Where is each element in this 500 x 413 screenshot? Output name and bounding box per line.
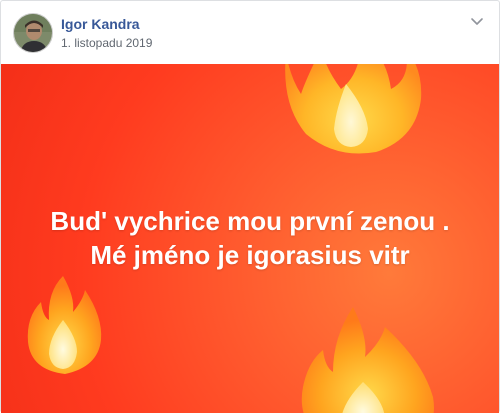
post-header: Igor Kandra 1. listopadu 2019 [1,1,499,64]
post-meta: Igor Kandra 1. listopadu 2019 [61,13,152,51]
image-text-line-1: Bud' vychrice mou první zenou . [50,206,450,236]
image-caption-text: Bud' vychrice mou první zenou . Mé jméno… [1,204,499,272]
fire-emoji-bottom-right [293,302,463,413]
author-avatar[interactable] [13,13,53,53]
post-card: Igor Kandra 1. listopadu 2019 Bud' vychr… [0,0,500,413]
author-name-link[interactable]: Igor Kandra [61,15,152,33]
fire-emoji-top-right [266,64,436,164]
post-date-link[interactable]: 1. listopadu 2019 [61,35,152,51]
chevron-down-icon[interactable] [469,13,485,29]
post-image[interactable]: Bud' vychrice mou první zenou . Mé jméno… [1,64,499,413]
fire-emoji-left [23,272,105,377]
image-text-line-2: Mé jméno je igorasius vitr [90,240,410,270]
